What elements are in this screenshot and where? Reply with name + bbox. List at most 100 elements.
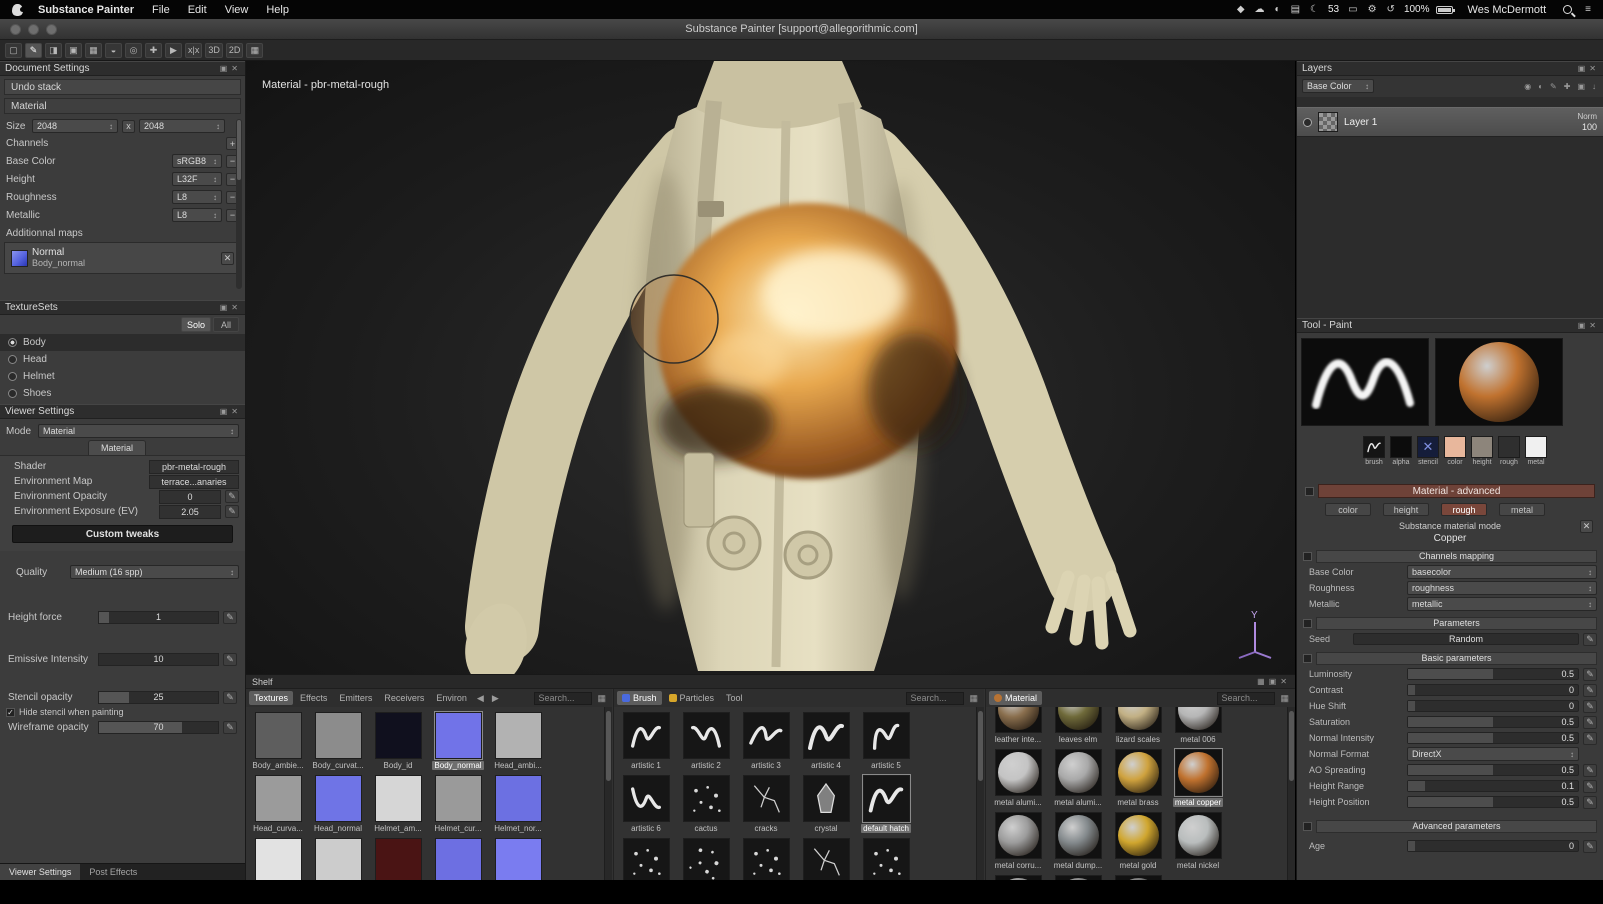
param-slider[interactable]: 0.5 (1407, 668, 1579, 680)
material-item[interactable]: leather inte... (988, 707, 1048, 744)
layer-row[interactable]: Layer 1 Norm 100 (1297, 107, 1603, 137)
add-folder-icon[interactable]: ▣ (1575, 82, 1587, 91)
add-layer-icon[interactable]: ✚ (1562, 82, 1573, 91)
param-slider[interactable]: 0.5 (1407, 764, 1579, 776)
material-item[interactable]: metal 006 (1168, 707, 1228, 744)
channel-alpha[interactable]: alpha (1388, 436, 1414, 466)
param-slider[interactable]: 0.5 (1407, 732, 1579, 744)
prev-tabs-arrow[interactable]: ◀ (474, 693, 487, 704)
basic-parameters-header[interactable]: Basic parameters (1316, 652, 1597, 665)
mode-dropdown[interactable]: Material↕ (38, 424, 239, 438)
textures-search-input[interactable] (534, 692, 592, 705)
shader-value[interactable]: pbr-metal-rough (149, 460, 239, 474)
normal-format-dropdown[interactable]: DirectX↕ (1407, 747, 1579, 761)
material-advanced-header[interactable]: Material - advanced (1318, 484, 1595, 498)
brush-item[interactable]: crystal (796, 770, 856, 833)
time-machine-icon[interactable]: ↺ (1382, 4, 1400, 15)
tab-tool[interactable]: Tool (721, 691, 748, 705)
eraser-tool-icon[interactable]: ◨ (45, 43, 62, 58)
brushes-search-input[interactable] (906, 692, 964, 705)
pen-icon[interactable]: ✎ (1583, 700, 1597, 713)
param-slider[interactable]: 0.5 (1407, 796, 1579, 808)
notification-center-icon[interactable]: ≡ (1580, 4, 1603, 15)
layer-channel-dropdown[interactable]: Base Color↕ (1302, 79, 1374, 93)
channel-format-dropdown[interactable]: L32F↕ (172, 172, 222, 186)
layer-opacity-value[interactable]: 100 (1582, 122, 1597, 132)
texture-item[interactable]: Shoes_curv... (308, 833, 368, 880)
texture-set-head[interactable]: Head (0, 351, 245, 368)
channel-stencil[interactable]: ✕stencil (1415, 436, 1441, 466)
brush-item[interactable]: dirt 2 (676, 833, 736, 880)
window-minimize-button[interactable] (28, 24, 39, 35)
advanced-parameters-header[interactable]: Advanced parameters (1316, 820, 1597, 833)
environment-map-value[interactable]: terrace...anaries (149, 475, 239, 489)
pen-icon[interactable]: ✎ (1583, 716, 1597, 729)
pen-icon[interactable]: ✎ (223, 611, 237, 624)
display-icon[interactable]: ▭ (1343, 4, 1362, 15)
input-source-badge[interactable]: 53 (1324, 4, 1343, 15)
height-force-slider[interactable]: 1 (98, 611, 219, 624)
channel-tab-color[interactable]: color (1325, 503, 1371, 516)
channel-color[interactable]: color (1442, 436, 1468, 466)
material-item[interactable]: metal corru... (988, 807, 1048, 870)
material-item[interactable]: metal alumi... (988, 744, 1048, 807)
mapping-roughness-dropdown[interactable]: roughness↕ (1407, 581, 1597, 595)
material-item[interactable]: metal gold (1108, 807, 1168, 870)
brush-item[interactable]: artistic 1 (616, 707, 676, 770)
custom-tweaks-button[interactable]: Custom tweaks (12, 525, 233, 543)
grid-view-icon[interactable]: ▦ (1277, 693, 1292, 704)
cloud-icon[interactable]: ☁ (1250, 4, 1270, 15)
channel-tab-rough[interactable]: rough (1441, 503, 1487, 516)
basic-parameters-checkbox[interactable] (1303, 654, 1312, 663)
texture-item[interactable]: Helmet_cur... (428, 770, 488, 833)
dock-icon[interactable]: ▣ (1576, 64, 1588, 73)
additional-map-item[interactable]: Normal Body_normal ✕ (4, 242, 241, 274)
channel-format-dropdown[interactable]: L8↕ (172, 190, 222, 204)
pen-icon[interactable]: ✎ (1583, 796, 1597, 809)
next-tabs-arrow[interactable]: ▶ (489, 693, 502, 704)
texture-item[interactable]: Shoes_ambi... (248, 833, 308, 880)
brush-item[interactable]: default hatch (856, 770, 916, 833)
param-slider[interactable]: 0 (1407, 840, 1579, 852)
size-link-toggle[interactable]: x (122, 120, 135, 133)
close-icon[interactable]: ✕ (1587, 64, 1598, 73)
channel-tab-metal[interactable]: metal (1499, 503, 1545, 516)
materials-search-input[interactable] (1217, 692, 1275, 705)
grid-toggle-icon[interactable]: ▦ (246, 43, 263, 58)
texture-item[interactable] (368, 833, 428, 880)
material-item[interactable]: metal brass (1108, 744, 1168, 807)
menu-edit[interactable]: Edit (179, 0, 216, 19)
param-slider[interactable]: 0.5 (1407, 716, 1579, 728)
dock-icon[interactable]: ▣ (218, 407, 230, 416)
material-item[interactable]: metal nickel (1168, 807, 1228, 870)
channels-mapping-checkbox[interactable] (1303, 552, 1312, 561)
solo-button[interactable]: Solo (181, 317, 211, 332)
tab-environment[interactable]: Environ (431, 691, 472, 705)
character-model[interactable] (246, 61, 1295, 674)
channel-height[interactable]: height (1469, 436, 1495, 466)
tab-viewer-settings[interactable]: Viewer Settings (0, 864, 80, 880)
channel-tab-height[interactable]: height (1383, 503, 1429, 516)
undo-stack-button[interactable]: Undo stack (4, 79, 241, 95)
pen-icon[interactable]: ✎ (1583, 668, 1597, 681)
brush-item[interactable] (856, 833, 916, 880)
texture-item[interactable]: Body_ambie... (248, 707, 308, 770)
tab-post-effects[interactable]: Post Effects (80, 864, 146, 880)
channels-mapping-header[interactable]: Channels mapping (1316, 550, 1597, 563)
pen-icon[interactable]: ✎ (223, 721, 237, 734)
brush-item[interactable]: cactus (676, 770, 736, 833)
size-width-dropdown[interactable]: 2048↕ (32, 119, 118, 133)
moon-icon[interactable]: ☾ (1305, 4, 1324, 15)
channel-metal[interactable]: metal (1523, 436, 1549, 466)
texture-set-helmet[interactable]: Helmet (0, 368, 245, 385)
tab-material[interactable]: Material (989, 691, 1042, 705)
bake-button-icon[interactable]: ▶ (165, 43, 182, 58)
brush-item[interactable]: artistic 4 (796, 707, 856, 770)
tab-brush[interactable]: Brush (617, 691, 662, 705)
mapping-metallic-dropdown[interactable]: metallic↕ (1407, 597, 1597, 611)
window-zoom-button[interactable] (46, 24, 57, 35)
spotlight-search-icon[interactable] (1563, 5, 1572, 14)
texture-item[interactable]: Helmet_nor... (488, 770, 548, 833)
brush-stroke-preview[interactable] (1301, 338, 1429, 426)
close-material-button[interactable]: ✕ (1580, 520, 1593, 533)
